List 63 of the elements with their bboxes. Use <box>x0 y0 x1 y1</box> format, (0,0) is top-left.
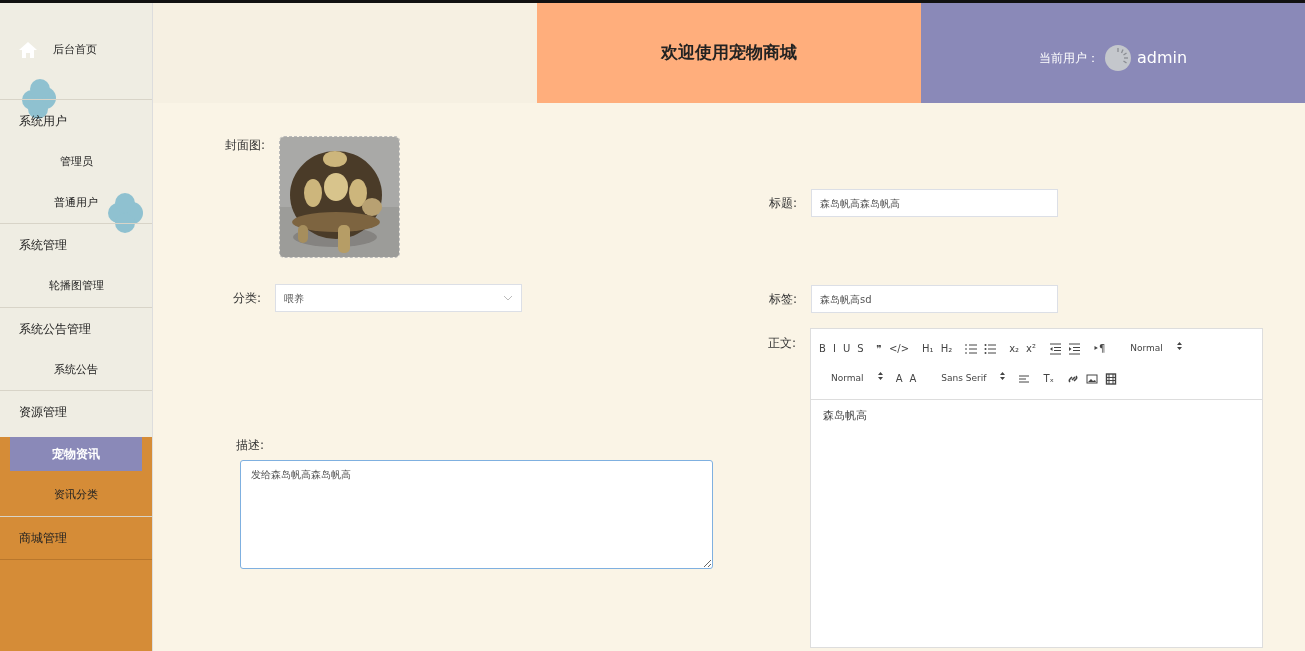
toolbar-button[interactable]: Tₓ <box>1043 374 1054 384</box>
site-title: 欢迎使用宠物商城 <box>661 41 797 65</box>
link-icon <box>1066 373 1079 385</box>
toolbar-button[interactable]: x² <box>1026 344 1037 354</box>
field-label: 标题: <box>769 195 798 212</box>
sort-icon <box>877 372 883 381</box>
sidebar-item[interactable]: 普通用户 <box>0 182 152 223</box>
toolbar-button[interactable] <box>1104 373 1117 385</box>
sidebar-item[interactable]: 资讯分类 <box>0 475 152 516</box>
toolbar-button[interactable] <box>1068 343 1081 355</box>
align-left-icon <box>1018 373 1031 385</box>
toolbar-button[interactable] <box>984 343 997 355</box>
home-icon <box>18 41 38 59</box>
toolbar-button[interactable]: A <box>909 374 917 384</box>
video-icon <box>1104 373 1117 385</box>
toolbar-button[interactable]: B <box>819 344 826 354</box>
ordered-list-icon <box>965 343 978 355</box>
sort-icon <box>1176 342 1182 351</box>
sidebar-group[interactable]: 系统公告管理 <box>0 307 152 350</box>
field-label: 封面图: <box>225 137 266 154</box>
toolbar-button[interactable] <box>1066 373 1079 385</box>
sidebar-item[interactable]: 系统公告 <box>0 349 152 390</box>
sidebar-group[interactable]: 系统用户 <box>0 100 152 142</box>
user-name: admin <box>1136 47 1188 69</box>
user-label: 当前用户： <box>1038 50 1099 67</box>
toolbar-button[interactable]: ‣¶ <box>1093 344 1106 354</box>
avatar-icon <box>1104 45 1131 71</box>
field-label: 分类: <box>233 290 262 307</box>
sidebar-item[interactable]: 后台首页 <box>53 41 97 59</box>
sidebar-item[interactable]: 管理员 <box>0 142 152 183</box>
toolbar-button[interactable]: ❞ <box>876 344 882 354</box>
sidebar-group[interactable]: 系统管理 <box>0 224 152 266</box>
image-icon <box>1085 373 1098 385</box>
format-dropdown[interactable]: Sans Serif <box>929 372 1006 386</box>
toolbar-button[interactable] <box>1049 343 1062 355</box>
sidebar-group[interactable]: 商城管理 <box>0 516 152 559</box>
chevron-down-icon <box>503 295 514 301</box>
title-field[interactable]: 森岛帆高森岛帆高 <box>811 189 1059 217</box>
category-select[interactable]: 喂养 <box>275 284 523 312</box>
toolbar-button[interactable]: H₁ <box>922 344 934 354</box>
indent-icon <box>1068 343 1081 355</box>
toolbar-button[interactable]: I <box>832 344 836 354</box>
field-label: 标签: <box>769 291 798 308</box>
toolbar-button[interactable]: x₂ <box>1009 344 1020 354</box>
format-dropdown[interactable]: Normal <box>1118 342 1182 356</box>
description-field[interactable]: 发给森岛帆高森岛帆高 <box>240 460 713 569</box>
toolbar-button[interactable]: S <box>857 344 864 354</box>
toolbar-button[interactable]: </> <box>888 344 910 354</box>
field-label: 正文: <box>768 335 797 352</box>
toolbar-button[interactable]: A <box>895 374 903 384</box>
toolbar-button[interactable]: H₂ <box>940 344 953 354</box>
format-dropdown[interactable]: Normal <box>819 372 883 386</box>
sidebar-item[interactable]: 轮播图管理 <box>0 266 152 307</box>
field-label: 描述: <box>236 438 265 452</box>
cloud-icon <box>108 193 143 233</box>
sort-icon <box>1000 372 1006 381</box>
toolbar-button[interactable]: U <box>842 344 851 354</box>
sidebar-group[interactable]: 资源管理 <box>0 391 152 433</box>
toolbar-button[interactable] <box>1085 373 1098 385</box>
tag-field[interactable]: 森岛帆高sd <box>811 285 1059 313</box>
editor-text: 森岛帆高 <box>822 408 869 424</box>
outdent-icon <box>1049 343 1062 355</box>
bullet-list-icon <box>984 343 997 355</box>
